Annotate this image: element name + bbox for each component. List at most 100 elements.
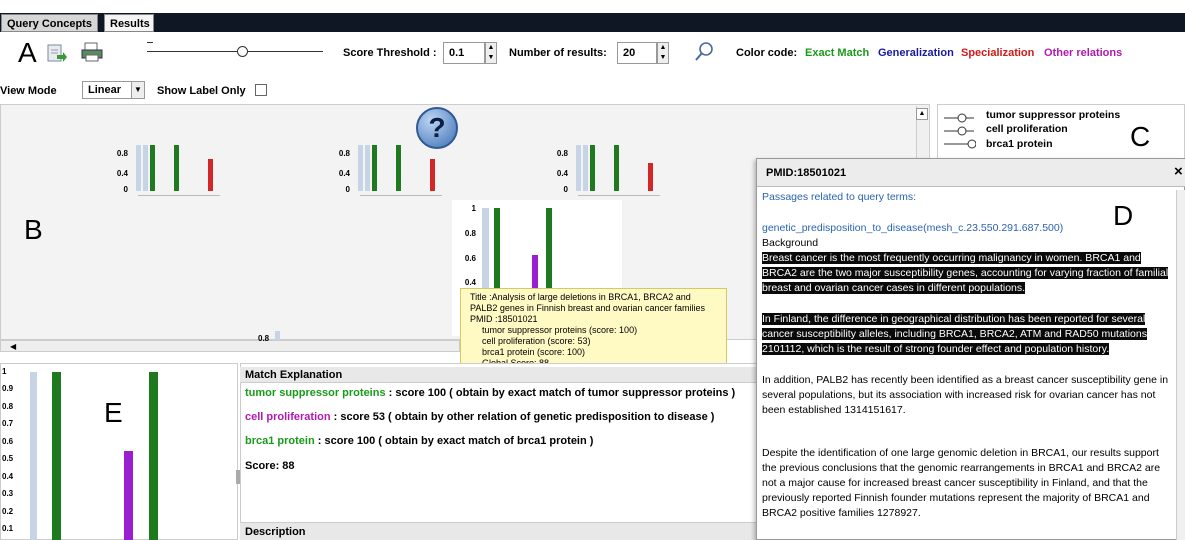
tooltip-score: brca1 protein (score: 100) — [482, 347, 586, 357]
bar-background — [136, 145, 141, 191]
tick-label: 0.8 — [338, 149, 350, 158]
tick-label: 0.1 — [2, 524, 14, 533]
annotation-c: C — [1130, 121, 1151, 152]
bar-cell-proliferation — [124, 450, 133, 540]
export-icon[interactable] — [45, 43, 67, 63]
match-detail: : score 53 ( obtain by other relation of… — [330, 411, 715, 423]
zoom-slider-thumb[interactable] — [237, 46, 248, 57]
tick-label: 0.7 — [2, 419, 14, 428]
bar-background — [358, 145, 363, 191]
match-row: brca1 protein : score 100 ( obtain by ex… — [245, 435, 760, 447]
bar-exact-match — [614, 145, 619, 191]
tick-label: 0.8 — [258, 334, 270, 343]
bar-exact-match — [372, 145, 377, 191]
tick-label: 0.8 — [464, 229, 476, 238]
print-icon[interactable] — [80, 41, 104, 63]
tick-label: 0.4 — [464, 278, 476, 287]
legend-generalization: Generalization — [878, 47, 954, 59]
score-threshold-input[interactable]: 0.1 — [443, 42, 485, 64]
tick-label: 0.8 — [2, 402, 14, 411]
axis-line — [578, 195, 660, 196]
axis-line — [360, 195, 442, 196]
bar-background — [30, 372, 37, 540]
tick-label: 0.3 — [2, 489, 14, 498]
tooltip-score: cell proliferation (score: 53) — [482, 336, 591, 346]
zoom-slider-track[interactable] — [147, 51, 323, 52]
axis-line — [138, 195, 220, 196]
match-row: cell proliferation : score 53 ( obtain b… — [245, 411, 760, 423]
bar-background — [275, 331, 280, 340]
match-detail: : score 100 ( obtain by exact match of t… — [385, 387, 736, 399]
score-threshold-label: Score Threshold : — [343, 47, 437, 59]
show-label-only-label: Show Label Only — [157, 85, 246, 97]
tick-label: 0 — [345, 185, 350, 194]
tick-label: 0.8 — [116, 149, 128, 158]
score-threshold-spinner[interactable]: ▲ ▼ — [485, 42, 497, 64]
bar-specialization — [208, 158, 213, 191]
tick-label: 1 — [2, 367, 7, 376]
bar-tumor-suppressor — [52, 372, 61, 540]
bar-exact-match — [174, 145, 179, 191]
scroll-up-icon[interactable]: ▲ — [916, 108, 928, 120]
match-explanation-header: Match Explanation — [240, 367, 760, 383]
show-label-only-checkbox[interactable] — [255, 84, 267, 96]
description-header: Description — [240, 522, 760, 540]
legend-exact-match: Exact Match — [805, 47, 870, 59]
color-code-label: Color code: — [736, 47, 798, 59]
number-results-label: Number of results: — [509, 47, 607, 59]
search-icon[interactable] — [693, 40, 715, 64]
passage-paragraph: In addition, PALB2 has recently been ide… — [762, 374, 1169, 416]
concept-label: tumor suppressor proteins — [986, 109, 1121, 121]
number-results-spinner[interactable]: ▲ ▼ — [657, 42, 669, 64]
mini-chart-1[interactable]: 0.8 0.4 0 — [108, 143, 228, 207]
tab-strip — [0, 13, 1185, 32]
bar-background — [365, 145, 370, 191]
bar-background — [143, 145, 148, 191]
match-concept: cell proliferation — [245, 411, 331, 423]
passage-paragraph: Despite the identification of one large … — [762, 447, 1161, 519]
tooltip-title-line1: Title :Analysis of large deletions in BR… — [470, 292, 691, 302]
horizontal-scrollbar[interactable] — [0, 340, 460, 352]
tick-label: 0.4 — [2, 472, 14, 481]
mini-chart-3[interactable]: 0.8 0.4 0 — [548, 143, 668, 207]
concept-sliders-icon[interactable] — [944, 113, 977, 153]
number-results-input[interactable]: 20 — [617, 42, 657, 64]
passage-paragraph-highlighted: In Finland, the difference in geographic… — [762, 312, 1176, 357]
bar-exact-match — [150, 145, 155, 191]
tick-label: 1 — [471, 204, 476, 213]
splitter-handle[interactable] — [236, 470, 240, 484]
match-detail: : score 100 ( obtain by exact match of b… — [314, 435, 594, 447]
legend-other-relations: Other relations — [1044, 47, 1123, 59]
bar-specialization — [648, 163, 653, 191]
match-row: tumor suppressor proteins : score 100 ( … — [245, 387, 760, 399]
tick-label: 0 — [563, 185, 568, 194]
chevron-down-icon[interactable]: ▼ — [131, 81, 145, 99]
annotation-b: B — [24, 214, 43, 245]
annotation-e: E — [104, 397, 123, 428]
tab-results[interactable]: Results — [104, 14, 154, 32]
concept-label: brca1 protein — [986, 138, 1053, 150]
view-mode-select[interactable]: Linear — [82, 81, 132, 99]
tooltip-pmid: PMID :18501021 — [470, 314, 538, 324]
scroll-left-icon[interactable]: ◀ — [10, 342, 16, 351]
mini-chart-2[interactable]: 0.8 0.4 0 — [330, 143, 450, 207]
bar-exact-match — [590, 145, 595, 191]
match-concept: brca1 protein — [245, 435, 315, 447]
annotation-a: A — [18, 37, 37, 68]
tick-label: 0.4 — [116, 169, 128, 178]
tick-label: 0.8 — [556, 149, 568, 158]
passage-popup-title: PMID:18501021 — [757, 159, 1185, 187]
bar-brca1 — [149, 372, 158, 540]
legend-specialization: Specialization — [961, 47, 1035, 59]
slider-min-mark — [147, 42, 153, 43]
passage-section-heading: Background — [762, 237, 819, 249]
bar-background — [583, 145, 588, 191]
tab-query-concepts[interactable]: Query Concepts — [1, 14, 98, 32]
passage-scrollbar[interactable] — [1176, 190, 1185, 540]
close-icon[interactable]: × — [1174, 163, 1183, 180]
passage-concept[interactable]: genetic_predisposition_to_disease(mesh_c… — [762, 221, 1176, 236]
bar-background — [576, 145, 581, 191]
tooltip-score: tumor suppressor proteins (score: 100) — [482, 325, 638, 335]
concept-label: cell proliferation — [986, 123, 1068, 135]
view-mode-label: View Mode — [0, 85, 57, 97]
